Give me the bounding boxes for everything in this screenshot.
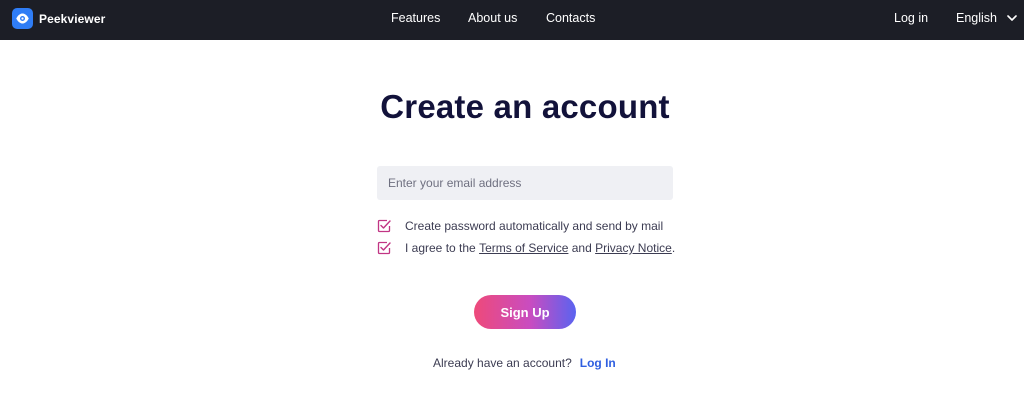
privacy-notice-link[interactable]: Privacy Notice [595,241,672,255]
terms-and-text: and [568,241,596,255]
language-selector[interactable]: English [956,11,1017,25]
checkbox-checked-icon [377,219,391,233]
chevron-down-icon [1007,14,1017,21]
nav-about-link[interactable]: About us [468,11,517,25]
terms-period-text: . [671,241,676,255]
brand[interactable]: Peekviewer [12,8,105,29]
email-field[interactable] [377,166,673,200]
checkbox-checked-icon [377,241,391,255]
terms-agreement-option: I agree to the Terms of Service and Priv… [377,241,675,255]
language-label: English [956,11,997,25]
nav-features-link[interactable]: Features [391,11,440,25]
eye-icon [12,8,33,29]
sign-up-button[interactable]: Sign Up [474,295,576,329]
nav-contacts-link[interactable]: Contacts [546,11,595,25]
auto-password-checkbox[interactable] [377,219,391,233]
nav-login-link[interactable]: Log in [894,11,928,25]
terms-checkbox[interactable] [377,241,391,255]
terms-of-service-link[interactable]: Terms of Service [479,241,568,255]
auto-password-option: Create password automatically and send b… [377,219,663,233]
brand-name: Peekviewer [39,11,106,26]
login-prompt: Already have an account? Log In [433,356,616,370]
login-link[interactable]: Log In [580,356,616,370]
auto-password-label: Create password automatically and send b… [405,219,664,233]
already-account-text: Already have an account? [433,356,572,370]
terms-prefix-text: I agree to the [405,241,480,255]
top-navbar: Peekviewer Features About us Contacts Lo… [0,0,1024,40]
page-title: Create an account [380,88,670,125]
